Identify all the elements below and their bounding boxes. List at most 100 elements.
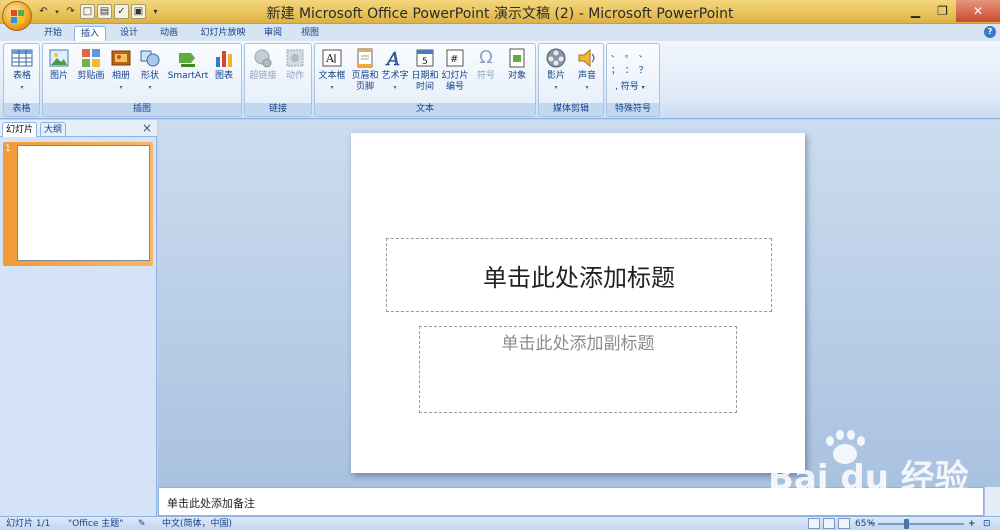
zoom-out-icon[interactable]: − (868, 518, 876, 530)
dropdown-arrow-icon: ▾ (554, 84, 558, 91)
wordart-label: 艺术字 (381, 71, 409, 81)
save-icon[interactable]: ▣ (131, 4, 146, 19)
slideshow-view-icon[interactable] (838, 518, 850, 529)
clipart-button[interactable]: 剪贴画 (75, 47, 107, 82)
vertical-scrollbar[interactable] (984, 487, 1000, 516)
theme-name[interactable]: "Office 主题" (68, 518, 123, 530)
smartart-icon (177, 47, 199, 69)
open-icon[interactable]: ▤ (97, 4, 112, 19)
hyperlink-button[interactable]: 超链接 (247, 47, 279, 82)
tab-slideshow[interactable]: 幻灯片放映 (194, 26, 252, 41)
maximize-icon[interactable]: ❐ (929, 0, 956, 22)
header-footer-icon (354, 47, 376, 69)
album-label: 相册 (111, 71, 130, 81)
notes-placeholder: 单击此处添加备注 (167, 497, 255, 510)
special-symbols-row-2[interactable]: ； ： ？ (611, 66, 657, 77)
group-media: 影片 ▾ 声音 ▾ 媒体剪辑 (538, 43, 604, 117)
tab-insert[interactable]: 插入 (74, 26, 106, 41)
slide-canvas[interactable]: 单击此处添加标题 单击此处添加副标题 (351, 133, 805, 473)
object-button[interactable]: 对象 (503, 47, 531, 82)
svg-text:5: 5 (422, 57, 428, 67)
office-button[interactable] (2, 1, 32, 31)
tab-design[interactable]: 设计 (114, 26, 144, 41)
chart-label: 图表 (214, 71, 233, 81)
group-links: 超链接 动作 链接 (244, 43, 312, 117)
group-label-text: 文本 (315, 103, 535, 116)
sound-label: 声音 (577, 71, 596, 81)
tab-view[interactable]: 视图 (295, 26, 325, 41)
language[interactable]: 中文(简体，中国) (162, 518, 232, 530)
tab-home[interactable]: 开始 (38, 26, 68, 41)
shapes-icon (139, 47, 161, 69)
hyperlink-label: 超链接 (249, 71, 277, 81)
redo-icon[interactable]: ↷ (63, 4, 78, 19)
movie-label: 影片 (546, 71, 565, 81)
zoom-in-icon[interactable]: + (968, 518, 976, 530)
dropdown-arrow-icon: ▾ (20, 84, 24, 91)
new-icon[interactable]: □ (80, 4, 95, 19)
group-label-media: 媒体剪辑 (539, 103, 603, 116)
tab-animations[interactable]: 动画 (153, 26, 185, 41)
slide-thumbnail-selected[interactable]: 1 (3, 142, 153, 266)
dropdown-arrow-icon: ▾ (585, 84, 589, 91)
textbox-label: 文本框 (318, 71, 346, 81)
object-icon (506, 47, 528, 69)
table-button[interactable]: 表格 ▾ (7, 47, 37, 93)
slide-number-label-2: 编号 (445, 82, 464, 92)
textbox-button[interactable]: A 文本框 ▾ (317, 47, 347, 93)
datetime-button[interactable]: 5 日期和 时间 (411, 47, 439, 93)
svg-text:A: A (325, 52, 335, 65)
omega-icon: Ω (479, 47, 493, 68)
symbol-button[interactable]: Ω 符号 (473, 47, 499, 82)
quick-access-toolbar: ↶ ▾ ↷ □ ▤ ✓ ▣ ▾ (36, 3, 163, 20)
clipart-label: 剪贴画 (77, 71, 105, 81)
header-footer-button[interactable]: 页眉和 页脚 (348, 47, 382, 93)
picture-button[interactable]: 图片 (46, 47, 72, 82)
title-placeholder[interactable]: 单击此处添加标题 (386, 238, 772, 312)
close-icon[interactable]: ✕ (956, 0, 1000, 22)
svg-text:A: A (385, 49, 400, 69)
film-reel-icon (545, 47, 567, 69)
datetime-label-2: 时间 (415, 82, 434, 92)
customize-icon[interactable]: ▾ (148, 4, 163, 19)
sound-button[interactable]: 声音 ▾ (573, 47, 601, 93)
chart-button[interactable]: 图表 (211, 47, 237, 82)
shapes-button[interactable]: 形状 ▾ (138, 47, 162, 93)
normal-view-icon[interactable] (808, 518, 820, 529)
special-symbol-button[interactable]: , 符号 ▾ (615, 82, 655, 93)
fit-to-window-icon[interactable]: ⊡ (983, 518, 991, 530)
zoom-slider[interactable] (878, 519, 964, 529)
help-icon[interactable]: ? (984, 26, 996, 38)
smartart-button[interactable]: SmartArt (167, 47, 209, 82)
minimize-icon[interactable]: ▁ (902, 0, 929, 22)
special-symbols-row-1[interactable]: 、 。 、 (611, 50, 657, 61)
title-bar: ↶ ▾ ↷ □ ▤ ✓ ▣ ▾ 新建 Microsoft Office Powe… (0, 0, 1000, 24)
header-footer-label-1: 页眉和 (351, 71, 379, 81)
zoom-slider-thumb[interactable] (904, 519, 909, 529)
clipart-icon (80, 47, 102, 69)
tab-outline[interactable]: 大纲 (40, 122, 67, 137)
tab-review[interactable]: 审阅 (258, 26, 288, 41)
close-icon[interactable]: × (142, 121, 152, 135)
slides-panel: 幻灯片 大纲 × 1 (0, 120, 157, 516)
status-bar: 幻灯片 1/1 "Office 主题" ✎ 中文(简体，中国) 65% − + … (0, 516, 1000, 530)
slide-number-button[interactable]: # 幻灯片 编号 (440, 47, 470, 93)
subtitle-placeholder[interactable]: 单击此处添加副标题 (419, 326, 737, 413)
group-table: 表格 ▾ 表格 (3, 43, 40, 117)
smartart-label: SmartArt (167, 71, 209, 81)
tab-slides[interactable]: 幻灯片 (2, 122, 38, 137)
spellcheck-icon[interactable]: ✓ (114, 4, 129, 19)
spellcheck-status-icon[interactable]: ✎ (138, 518, 146, 530)
group-illustrations: 图片 剪贴画 相册 ▾ 形状 ▾ SmartArt 图表 插图 (42, 43, 242, 117)
action-button[interactable]: 动作 (281, 47, 309, 82)
special-symbol-label: 符号 (620, 82, 639, 92)
album-button[interactable]: 相册 ▾ (109, 47, 133, 93)
undo-icon[interactable]: ↶ (36, 4, 51, 19)
action-icon (284, 47, 306, 69)
slide-sorter-view-icon[interactable] (823, 518, 835, 529)
movie-button[interactable]: 影片 ▾ (542, 47, 570, 93)
wordart-button[interactable]: A 艺术字 ▾ (380, 47, 410, 93)
notes-pane[interactable]: 单击此处添加备注 (158, 487, 984, 516)
slide-thumbnail[interactable] (17, 145, 150, 261)
dropdown-icon[interactable]: ▾ (53, 4, 61, 19)
